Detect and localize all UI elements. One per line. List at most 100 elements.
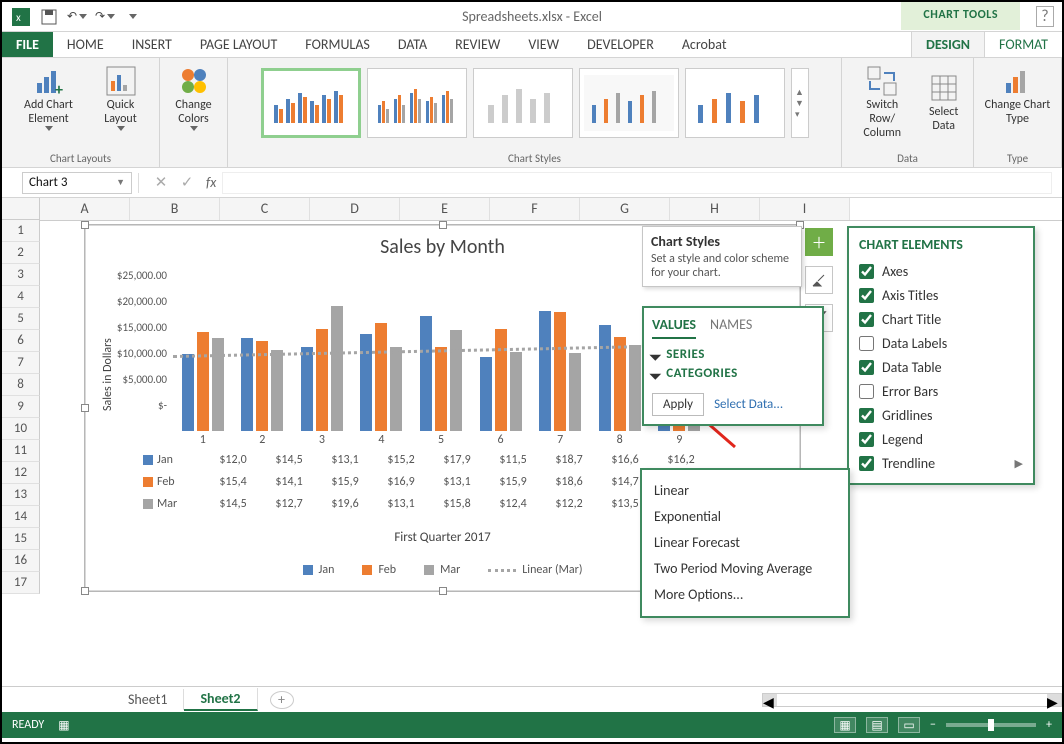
chart-styles-gallery: ▲▼▾ (261, 62, 809, 138)
select-data-button[interactable]: Select Data (920, 62, 967, 142)
cancel-formula-icon[interactable]: ✕ (148, 173, 174, 192)
submenu-exponential[interactable]: Exponential (654, 504, 836, 530)
submenu-moving-average[interactable]: Two Period Moving Average (654, 556, 836, 582)
ce-item-legend[interactable]: Legend (859, 427, 1023, 451)
ce-checkbox[interactable] (859, 288, 874, 303)
group-type: Type (1007, 152, 1028, 165)
quick-layout-label: Quick Layout (95, 98, 147, 126)
save-icon[interactable] (38, 6, 60, 28)
tab-file[interactable]: FILE (2, 32, 53, 57)
submenu-more-options[interactable]: More Options... (654, 582, 836, 608)
sheet-tab-2[interactable]: Sheet2 (184, 688, 257, 711)
qat-customize-icon[interactable] (122, 6, 144, 28)
chart-style-2[interactable] (367, 68, 467, 138)
ce-item-error-bars[interactable]: Error Bars (859, 379, 1023, 403)
change-chart-type-button[interactable]: Change Chart Type (980, 62, 1055, 128)
ce-item-axes[interactable]: Axes (859, 259, 1023, 283)
ce-checkbox[interactable] (859, 456, 874, 471)
ribbon-tabs: FILE HOME INSERT PAGE LAYOUT FORMULAS DA… (2, 32, 1062, 58)
ce-item-trendline[interactable]: Trendline▶ (859, 451, 1023, 475)
ce-checkbox[interactable] (859, 384, 874, 399)
add-chart-element-icon: + (32, 64, 66, 98)
ce-item-gridlines[interactable]: Gridlines (859, 403, 1023, 427)
redo-icon[interactable]: ↷ (94, 6, 116, 28)
tab-acrobat[interactable]: Acrobat (668, 32, 741, 57)
tab-formulas[interactable]: FORMULAS (291, 32, 384, 57)
svg-text:x: x (16, 11, 21, 24)
zoom-slider[interactable] (946, 723, 1036, 727)
tab-data[interactable]: DATA (384, 32, 441, 57)
filters-select-data-link[interactable]: Select Data... (714, 397, 783, 412)
ce-item-axis-titles[interactable]: Axis Titles (859, 283, 1023, 307)
switch-row-column-button[interactable]: Switch Row/ Column (848, 62, 916, 142)
trendline-submenu: Linear Exponential Linear Forecast Two P… (640, 468, 850, 618)
submenu-linear-forecast[interactable]: Linear Forecast (654, 530, 836, 556)
select-all-cell[interactable] (2, 198, 40, 220)
quick-layout-icon (104, 64, 138, 98)
group-chart-styles: Chart Styles (508, 152, 561, 165)
formula-input[interactable] (222, 172, 1052, 194)
ce-checkbox[interactable] (859, 312, 874, 327)
ce-checkbox[interactable] (859, 360, 874, 375)
brush-icon (811, 272, 827, 288)
sheet-tab-1[interactable]: Sheet1 (112, 689, 184, 710)
chart-style-3[interactable] (473, 68, 573, 138)
ce-checkbox[interactable] (859, 408, 874, 423)
horizontal-scrollbar[interactable]: ◀▶ (762, 693, 1062, 707)
tab-format[interactable]: FORMAT (985, 32, 1062, 57)
enter-formula-icon[interactable]: ✓ (174, 173, 200, 192)
svg-text:+: + (55, 81, 63, 97)
ce-checkbox[interactable] (859, 432, 874, 447)
group-data: Data (897, 152, 918, 165)
chart-style-4[interactable] (579, 68, 679, 138)
ce-item-chart-title[interactable]: Chart Title (859, 307, 1023, 331)
undo-icon[interactable]: ↶ (66, 6, 88, 28)
name-box[interactable]: Chart 3▼ (22, 172, 132, 194)
chart-style-5[interactable] (685, 68, 785, 138)
page-layout-view-button[interactable]: ▤ (866, 717, 888, 733)
tab-design[interactable]: DESIGN (911, 32, 985, 57)
fx-icon[interactable]: fx (206, 174, 216, 191)
chart-styles-float-button[interactable] (805, 266, 833, 294)
title-bar: x ↶ ↷ Spreadsheets.xlsx - Excel CHART TO… (2, 2, 1062, 32)
normal-view-button[interactable]: ▦ (834, 717, 856, 733)
row-headers[interactable]: 1234567891011121314151617 (2, 220, 40, 594)
zoom-in-button[interactable]: + (1046, 718, 1052, 732)
category-labels: 123456789 (173, 433, 709, 447)
chart-tools-label: CHART TOOLS (901, 2, 1020, 30)
filters-categories-heading[interactable]: CATEGORIES (652, 366, 814, 381)
ce-item-data-labels[interactable]: Data Labels (859, 331, 1023, 355)
sheet-tab-bar: Sheet1 Sheet2 + ◀▶ (2, 686, 1062, 712)
change-colors-label: Change Colors (170, 98, 217, 126)
filters-apply-button[interactable]: Apply (652, 393, 704, 416)
add-chart-element-button[interactable]: + Add Chart Element (11, 62, 87, 133)
zoom-out-button[interactable]: − (930, 718, 936, 732)
ce-checkbox[interactable] (859, 336, 874, 351)
spreadsheet-grid[interactable]: ABCDEFGHI 1234567891011121314151617 Sale… (2, 198, 1062, 686)
chart-styles-more-icon[interactable]: ▲▼▾ (791, 68, 809, 138)
tab-page-layout[interactable]: PAGE LAYOUT (186, 32, 291, 57)
excel-icon: x (10, 6, 32, 28)
ce-checkbox[interactable] (859, 264, 874, 279)
tab-view[interactable]: VIEW (514, 32, 573, 57)
new-sheet-button[interactable]: + (270, 691, 294, 709)
macro-record-icon[interactable]: ▦ (58, 718, 69, 733)
change-colors-button[interactable]: Change Colors (166, 62, 221, 133)
ce-item-data-table[interactable]: Data Table (859, 355, 1023, 379)
tab-review[interactable]: REVIEW (441, 32, 514, 57)
tab-insert[interactable]: INSERT (118, 32, 186, 57)
change-chart-type-icon (1001, 64, 1035, 98)
column-headers[interactable]: ABCDEFGHI (40, 198, 1062, 221)
chart-styles-tooltip: Chart Styles Set a style and color schem… (642, 226, 802, 287)
submenu-linear[interactable]: Linear (654, 478, 836, 504)
page-break-view-button[interactable]: ▭ (898, 717, 920, 733)
chart-style-1[interactable] (261, 68, 361, 138)
chart-elements-float-button[interactable]: ＋ (805, 228, 833, 256)
filters-series-heading[interactable]: SERIES (652, 347, 814, 362)
filters-tab-names[interactable]: NAMES (710, 316, 752, 339)
quick-layout-button[interactable]: Quick Layout (91, 62, 151, 133)
help-icon[interactable]: ? (1036, 6, 1054, 27)
tab-developer[interactable]: DEVELOPER (573, 32, 668, 57)
filters-tab-values[interactable]: VALUES (652, 316, 696, 339)
tab-home[interactable]: HOME (53, 32, 118, 57)
